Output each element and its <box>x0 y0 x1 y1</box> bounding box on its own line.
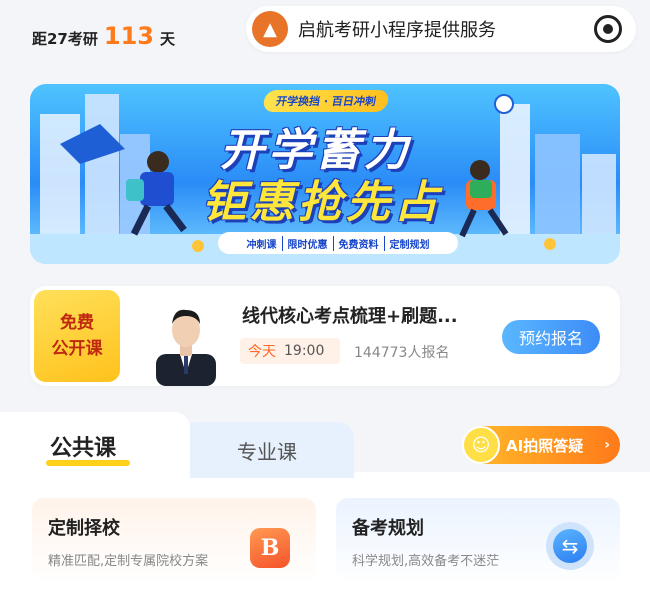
top-bar: 距27考研 113 天 ▲ 启航考研小程序提供服务 <box>0 0 650 72</box>
feature-card-study-plan[interactable]: 备考规划 科学规划,高效备考不迷茫 ⇆ <box>336 498 620 584</box>
exam-countdown: 距27考研 113 天 <box>32 22 175 50</box>
ai-mascot-icon: ☺ <box>462 426 500 464</box>
tab-public-label: 公共课 <box>50 436 117 461</box>
banner-headline-2: 钜惠抢先占 <box>202 177 442 228</box>
course-title: 线代核心考点梳理+刷题... <box>242 306 458 327</box>
teacher-avatar <box>156 302 216 386</box>
feature-title: 备考规划 <box>352 518 424 539</box>
banner-badge: 开学换挡 · 百日冲刺 <box>262 90 390 112</box>
tab-major-course[interactable]: 专业课 <box>180 422 354 478</box>
feature-card-school-select[interactable]: 定制择校 精准匹配,定制专属院校方案 B <box>32 498 316 584</box>
tab-public-course[interactable]: 公共课 <box>0 412 190 478</box>
b-letter-icon: B <box>250 528 290 568</box>
ai-photo-qa-button[interactable]: ☺ AI拍照答疑 › <box>462 426 620 464</box>
reserve-button[interactable]: 预约报名 <box>502 320 600 354</box>
feature-subtitle: 科学规划,高效备考不迷茫 <box>352 554 500 569</box>
tabs-panel: 定制择校 精准匹配,定制专属院校方案 B 备考规划 科学规划,高效备考不迷茫 ⇆ <box>0 472 650 593</box>
banner-tag: 免费资料 <box>334 235 385 251</box>
free-live-course-card[interactable]: 免费 公开课 线代核心考点梳理+刷题... 今天 19:00 144773人报名… <box>30 286 620 386</box>
signup-count: 144773人报名 <box>354 345 450 361</box>
miniprogram-title: 启航考研小程序提供服务 <box>298 20 496 41</box>
course-day: 今天 <box>248 344 276 360</box>
free-badge-line1: 免费 <box>60 313 94 333</box>
tab-active-indicator <box>46 460 130 466</box>
countdown-suffix: 天 <box>159 30 175 48</box>
free-badge-line2: 公开课 <box>51 339 103 359</box>
banner-tag: 冲刺课 <box>242 235 283 251</box>
course-clock: 19:00 <box>284 343 325 359</box>
ai-button-label: AI拍照答疑 <box>506 436 584 455</box>
miniprogram-capsule[interactable]: ▲ 启航考研小程序提供服务 <box>246 6 636 52</box>
course-tabs-section: 定制择校 精准匹配,定制专属院校方案 B 备考规划 科学规划,高效备考不迷茫 ⇆… <box>0 412 650 593</box>
plan-icon: ⇆ <box>546 522 594 570</box>
free-course-badge: 免费 公开课 <box>34 290 120 382</box>
feature-title: 定制择校 <box>48 518 120 539</box>
banner-tags: 冲刺课 限时优惠 免费资料 定制规划 <box>218 232 458 254</box>
countdown-prefix: 距27考研 <box>32 30 98 48</box>
close-target-icon[interactable] <box>594 15 622 43</box>
chevron-right-icon: › <box>604 437 610 453</box>
course-time: 今天 19:00 <box>240 338 340 364</box>
countdown-days: 113 <box>103 22 154 50</box>
qihang-logo-icon: ▲ <box>252 11 288 47</box>
banner-tag: 定制规划 <box>389 239 430 251</box>
promo-banner[interactable]: 开学换挡 · 百日冲刺 开学蓄力 钜惠抢先占 冲刺课 限时优惠 免费资料 定制规… <box>30 84 620 264</box>
feature-subtitle: 精准匹配,定制专属院校方案 <box>48 554 209 569</box>
banner-tag: 限时优惠 <box>283 235 334 251</box>
